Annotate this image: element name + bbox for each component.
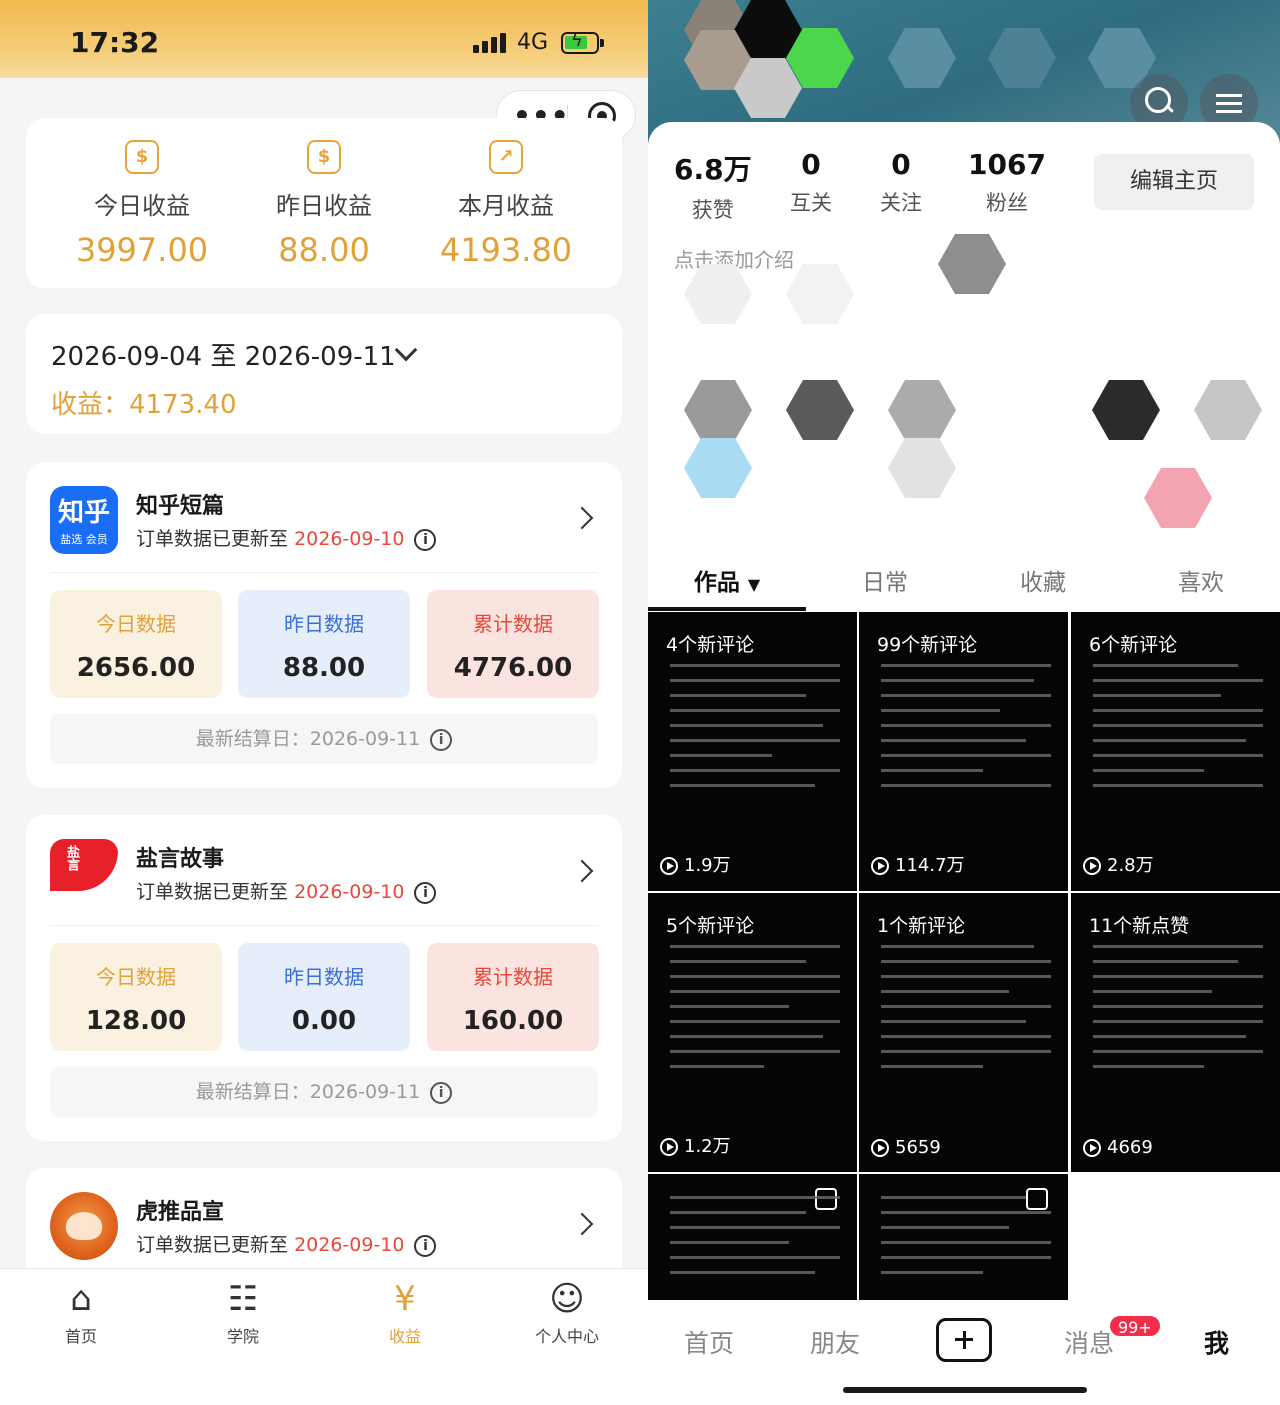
play-icon xyxy=(1083,1139,1101,1157)
tab-works[interactable]: 作品 ▼ xyxy=(648,563,806,597)
earnings-app-screen: 17:32 4G ϟ ••• $ 今日收益 3997.00 $ 昨日收益 88.… xyxy=(0,0,648,1405)
monitor-dollar-icon: $ xyxy=(307,140,341,174)
network-label: 4G xyxy=(517,30,549,55)
platform-card-yanyan: 盐言 盐言故事 订单数据已更新至 2026-09-10 i 今日数据 128.00 … xyxy=(26,815,622,1141)
tab-academy[interactable]: ☷ 学院 xyxy=(183,1279,303,1347)
nav-messages[interactable]: 消息 xyxy=(1064,1324,1114,1360)
tab-profile[interactable]: ☺ 个人中心 xyxy=(507,1279,627,1347)
stat-yesterday: 昨日数据 88.00 xyxy=(238,590,410,698)
money-bag-icon: ¥ xyxy=(394,1279,416,1319)
date-range-card[interactable]: 2026-09-04 至 2026-09-11 收益：4173.40 xyxy=(26,314,622,434)
douyin-profile-screen: 6.8万 获赞 0 互关 0 关注 1067 粉丝 编辑主页 点击添加介绍 作品 ▼ 日… xyxy=(648,0,1280,1405)
status-time: 17:32 xyxy=(70,26,160,59)
chevron-right-icon[interactable] xyxy=(570,859,594,883)
month-earnings: ↗ 本月收益 4193.80 xyxy=(406,140,606,269)
video-tile[interactable] xyxy=(859,1174,1068,1300)
messages-badge: 99+ xyxy=(1108,1314,1162,1338)
tab-favorites[interactable]: 收藏 xyxy=(964,563,1122,597)
video-tile[interactable]: 1个新评论 5659 xyxy=(859,893,1068,1172)
tiger-logo xyxy=(50,1192,118,1260)
range-income: 收益：4173.40 xyxy=(51,390,237,420)
info-icon[interactable]: i xyxy=(430,728,453,751)
video-tile[interactable]: 4个新评论 1.9万 xyxy=(648,612,857,891)
platform-name: 虎推品宣 xyxy=(136,1200,225,1225)
settle-date: 最新结算日：2026-09-11 i xyxy=(50,714,598,764)
update-status: 订单数据已更新至 2026-09-10 i xyxy=(136,877,437,904)
video-tile[interactable]: 5个新评论 1.2万 xyxy=(648,893,857,1172)
info-icon[interactable]: i xyxy=(414,881,437,904)
nav-friends[interactable]: 朋友 xyxy=(810,1324,860,1360)
update-status: 订单数据已更新至 2026-09-10 i xyxy=(136,1230,437,1257)
play-icon xyxy=(871,857,889,875)
yanyan-logo: 盐言 xyxy=(50,839,118,907)
stat-yesterday: 昨日数据 0.00 xyxy=(238,943,410,1051)
play-icon xyxy=(1083,857,1101,875)
info-icon[interactable]: i xyxy=(430,1081,453,1104)
academy-icon: ☷ xyxy=(227,1279,259,1319)
date-range-text[interactable]: 2026-09-04 至 2026-09-11 xyxy=(51,336,396,373)
play-icon xyxy=(660,1138,678,1156)
signal-icon xyxy=(473,33,506,53)
play-icon xyxy=(871,1139,889,1157)
video-tile[interactable]: 99个新评论 114.7万 xyxy=(859,612,1068,891)
platform-name: 知乎短篇 xyxy=(136,494,225,519)
tab-home[interactable]: ⌂ 首页 xyxy=(21,1279,141,1347)
info-icon[interactable]: i xyxy=(414,1234,437,1257)
video-tile[interactable] xyxy=(648,1174,857,1300)
update-status: 订单数据已更新至 2026-09-10 i xyxy=(136,524,437,551)
chevron-right-icon[interactable] xyxy=(570,506,594,530)
chevron-right-icon[interactable] xyxy=(570,1212,594,1236)
today-earnings: $ 今日收益 3997.00 xyxy=(42,140,242,269)
profile-panel: 6.8万 获赞 0 互关 0 关注 1067 粉丝 编辑主页 点击添加介绍 xyxy=(648,122,1280,612)
edit-profile-button[interactable]: 编辑主页 xyxy=(1094,154,1254,210)
dollar-coin-icon: $ xyxy=(125,140,159,174)
tab-indicator xyxy=(648,607,806,611)
tab-earnings[interactable]: ¥ 收益 xyxy=(345,1279,465,1347)
home-indicator xyxy=(843,1387,1087,1393)
platform-card-zhihu: 知乎 盐选 会员 知乎短篇 订单数据已更新至 2026-09-10 i 今日数据 2… xyxy=(26,462,622,788)
likes-stat[interactable]: 6.8万 获赞 xyxy=(674,148,752,224)
create-plus-icon[interactable] xyxy=(936,1318,992,1362)
chevron-down-icon[interactable] xyxy=(394,338,418,362)
zhihu-logo: 知乎 盐选 会员 xyxy=(50,486,118,554)
nav-home[interactable]: 首页 xyxy=(684,1324,734,1360)
home-icon: ⌂ xyxy=(70,1279,92,1319)
battery-icon: ϟ xyxy=(561,30,604,54)
profile-tabs: 作品 ▼ 日常 收藏 喜欢 xyxy=(648,555,1280,611)
person-icon: ☺ xyxy=(549,1279,585,1319)
following-stat[interactable]: 0 关注 xyxy=(880,148,922,217)
tab-liked[interactable]: 喜欢 xyxy=(1122,563,1280,597)
nav-me[interactable]: 我 xyxy=(1204,1324,1229,1360)
info-icon[interactable]: i xyxy=(414,528,437,551)
stat-total: 累计数据 160.00 xyxy=(427,943,599,1051)
status-bar: 17:32 4G ϟ xyxy=(0,0,648,78)
bottom-tabbar: ⌂ 首页 ☷ 学院 ¥ 收益 ☺ 个人中心 xyxy=(0,1268,648,1405)
settle-date: 最新结算日：2026-09-11 i xyxy=(50,1067,598,1117)
earnings-summary-card: $ 今日收益 3997.00 $ 昨日收益 88.00 ↗ 本月收益 4193.… xyxy=(26,118,622,288)
platform-name: 盐言故事 xyxy=(136,847,225,872)
mutual-stat[interactable]: 0 互关 xyxy=(790,148,832,217)
stat-today: 今日数据 2656.00 xyxy=(50,590,222,698)
followers-stat[interactable]: 1067 粉丝 xyxy=(968,148,1046,217)
stat-total: 累计数据 4776.00 xyxy=(427,590,599,698)
play-icon xyxy=(660,857,678,875)
video-tile[interactable]: 6个新评论 2.8万 xyxy=(1071,612,1280,891)
stat-today: 今日数据 128.00 xyxy=(50,943,222,1051)
tab-daily[interactable]: 日常 xyxy=(806,563,964,597)
yesterday-earnings: $ 昨日收益 88.00 xyxy=(224,140,424,269)
video-tile[interactable]: 11个新点赞 4669 xyxy=(1071,893,1280,1172)
growth-chart-icon: ↗ xyxy=(489,140,523,174)
